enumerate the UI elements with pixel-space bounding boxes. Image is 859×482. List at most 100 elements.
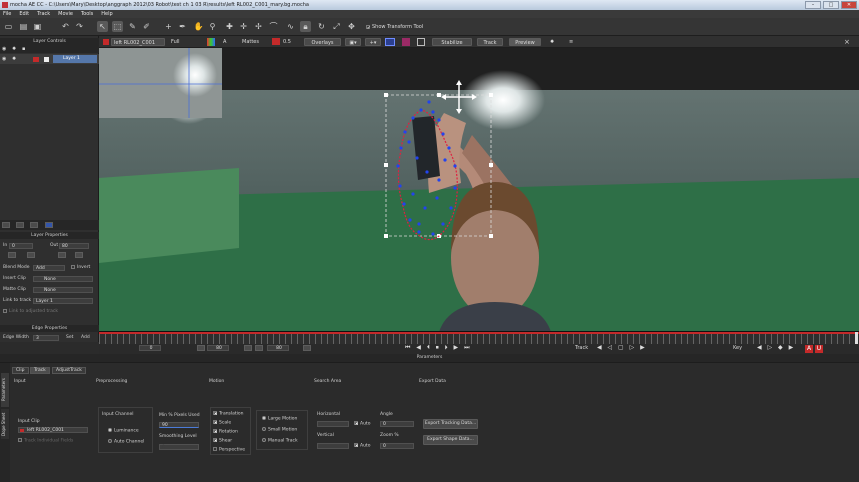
invert-toggle[interactable]: Invert xyxy=(71,264,90,272)
menu-edit[interactable]: Edit xyxy=(19,10,29,18)
zoom-tool-icon[interactable]: ⚲ xyxy=(207,21,218,32)
edge-width-field[interactable]: 3 xyxy=(33,335,59,341)
playhead[interactable] xyxy=(855,332,858,344)
track-controls[interactable]: ◀ ◁ ▢ ▷ ▶ xyxy=(597,344,647,351)
track-button[interactable]: Track xyxy=(477,38,503,46)
large-motion-option[interactable]: Large Motion xyxy=(262,416,297,422)
autokey-icon[interactable]: A xyxy=(805,345,813,353)
side-tab-parameters[interactable]: Parameters xyxy=(1,373,9,407)
stabilize-button[interactable]: Stabilize xyxy=(432,38,472,46)
track-fields-checkbox[interactable] xyxy=(18,438,22,442)
menu-movie[interactable]: Movie xyxy=(58,10,73,18)
layer-row[interactable]: ◉ ✹ Layer 1 xyxy=(0,54,99,64)
spline-icon[interactable]: ✢ xyxy=(253,21,264,32)
manual-track-option[interactable]: Manual Track xyxy=(262,438,298,444)
tab-adjusttrack[interactable]: AdjustTrack xyxy=(52,367,86,374)
close-button[interactable]: ✕ xyxy=(841,1,857,9)
lock-icon[interactable]: 🔒︎ xyxy=(300,21,311,32)
large-motion-radio[interactable] xyxy=(262,416,266,420)
manual-track-radio[interactable] xyxy=(262,438,266,442)
overlay-options-icon[interactable]: ▣▾ xyxy=(345,38,361,46)
minimize-button[interactable]: – xyxy=(805,1,821,9)
set-out-icon[interactable] xyxy=(58,252,66,258)
auto-horizontal-option[interactable]: ✖ Auto xyxy=(354,421,370,427)
move-icon[interactable]: ✥ xyxy=(346,21,357,32)
tangent-icon[interactable]: ∿ xyxy=(285,21,296,32)
link-to-track-select[interactable]: Layer 1 xyxy=(33,298,93,304)
link-adjusted-checkbox[interactable] xyxy=(3,308,7,313)
menu-track[interactable]: Track xyxy=(37,10,50,18)
preview-button[interactable]: Preview xyxy=(509,38,541,46)
export-shape-data-button[interactable]: Export Shape Data... xyxy=(423,435,478,445)
hand-tool-icon[interactable]: ✋ xyxy=(193,21,204,32)
show-transform-checkbox[interactable]: ✔ xyxy=(366,24,370,29)
key-controls[interactable]: ◀ ▷ ◆ ▶ xyxy=(757,344,795,351)
in-field[interactable]: 0 xyxy=(9,243,33,249)
mattes-label[interactable]: Mattes xyxy=(242,38,266,46)
in-point-icon[interactable] xyxy=(197,345,205,351)
menu-file[interactable]: File xyxy=(3,10,11,18)
opacity-field[interactable]: 0.5 xyxy=(283,38,297,46)
auto-horizontal-checkbox[interactable]: ✖ xyxy=(354,421,358,426)
layer-visible-icon[interactable]: ◉ xyxy=(2,56,6,62)
alpha-toggle[interactable]: A xyxy=(223,38,229,46)
redo-icon[interactable]: ↷ xyxy=(74,21,85,32)
viewer-canvas[interactable] xyxy=(99,48,859,332)
export-tracking-data-button[interactable]: Export Tracking Data... xyxy=(423,419,478,429)
end-frame-field[interactable]: 80 xyxy=(267,345,289,351)
vertical-field[interactable] xyxy=(317,443,349,449)
transform-handle-tr[interactable] xyxy=(489,93,493,97)
auto-vertical-checkbox[interactable]: ✖ xyxy=(354,443,358,448)
zoom-field[interactable]: 0 xyxy=(380,443,414,449)
small-motion-radio[interactable] xyxy=(262,427,266,431)
duplicate-layer-icon[interactable] xyxy=(16,222,24,228)
add-x-icon[interactable]: ✚ xyxy=(224,21,235,32)
transform-handle-bl[interactable] xyxy=(384,234,388,238)
small-motion-option[interactable]: Small Motion xyxy=(262,427,297,433)
rotate-icon[interactable]: ↻ xyxy=(316,21,327,32)
settings-gear-icon[interactable]: ✹ xyxy=(550,38,558,46)
transform-handle-br[interactable] xyxy=(489,234,493,238)
translation-option[interactable]: ✖ Translation xyxy=(213,411,244,417)
add-overlay-icon[interactable]: +▾ xyxy=(365,38,381,46)
set-in-icon[interactable] xyxy=(27,252,35,258)
move-x-icon[interactable]: ✛ xyxy=(238,21,249,32)
shear-option[interactable]: ✖ Shear xyxy=(213,438,232,444)
save-icon[interactable]: ▣ xyxy=(32,21,43,32)
show-transform-tool[interactable]: ✔ Show Transform Tool xyxy=(366,23,423,31)
menu-help[interactable]: Help xyxy=(101,10,112,18)
min-pixels-field[interactable]: 90 xyxy=(159,422,199,428)
translation-checkbox[interactable]: ✖ xyxy=(213,411,217,416)
color-picker-icon[interactable] xyxy=(402,38,410,46)
xspline-tool-icon[interactable]: ✎ xyxy=(127,21,138,32)
frame-icon[interactable] xyxy=(417,38,425,46)
shear-checkbox[interactable]: ✖ xyxy=(213,438,217,443)
perspective-option[interactable]: Perspective xyxy=(213,447,245,453)
bezier-tool-icon[interactable]: ✐ xyxy=(141,21,152,32)
auto-vertical-option[interactable]: ✖ Auto xyxy=(354,443,370,449)
options-icon[interactable]: ≡ xyxy=(569,38,577,46)
delete-layer-icon[interactable] xyxy=(30,222,38,228)
current-frame-field[interactable]: 80 xyxy=(207,345,229,351)
tab-track[interactable]: Track xyxy=(30,367,50,374)
pen-add-icon[interactable]: ✒ xyxy=(177,21,188,32)
maximize-button[interactable]: □ xyxy=(823,1,839,9)
insert-clip-select[interactable]: None xyxy=(33,276,93,282)
scale-option[interactable]: ✖ Scale xyxy=(213,420,231,426)
out-point-icon[interactable] xyxy=(244,345,252,351)
auto-channel-radio[interactable] xyxy=(108,439,112,443)
footage-frame[interactable] xyxy=(99,48,859,332)
set-key-icon[interactable] xyxy=(255,345,263,351)
delete-key-icon[interactable]: U xyxy=(815,345,823,353)
transform-handle-ml[interactable] xyxy=(384,163,388,167)
open-icon[interactable]: ▤ xyxy=(18,21,29,32)
rotation-option[interactable]: ✖ Rotation xyxy=(213,429,238,435)
scale-icon[interactable]: ⤢ xyxy=(331,21,342,32)
overlays-button[interactable]: Overlays xyxy=(304,38,341,46)
angle-field[interactable]: 0 xyxy=(380,421,414,427)
blend-mode-select[interactable]: Add xyxy=(33,265,65,271)
matte-clip-select[interactable]: None xyxy=(33,287,93,293)
rotation-checkbox[interactable]: ✖ xyxy=(213,429,217,434)
undo-icon[interactable]: ↶ xyxy=(60,21,71,32)
select-tool-icon[interactable]: ⬚ xyxy=(112,21,123,32)
